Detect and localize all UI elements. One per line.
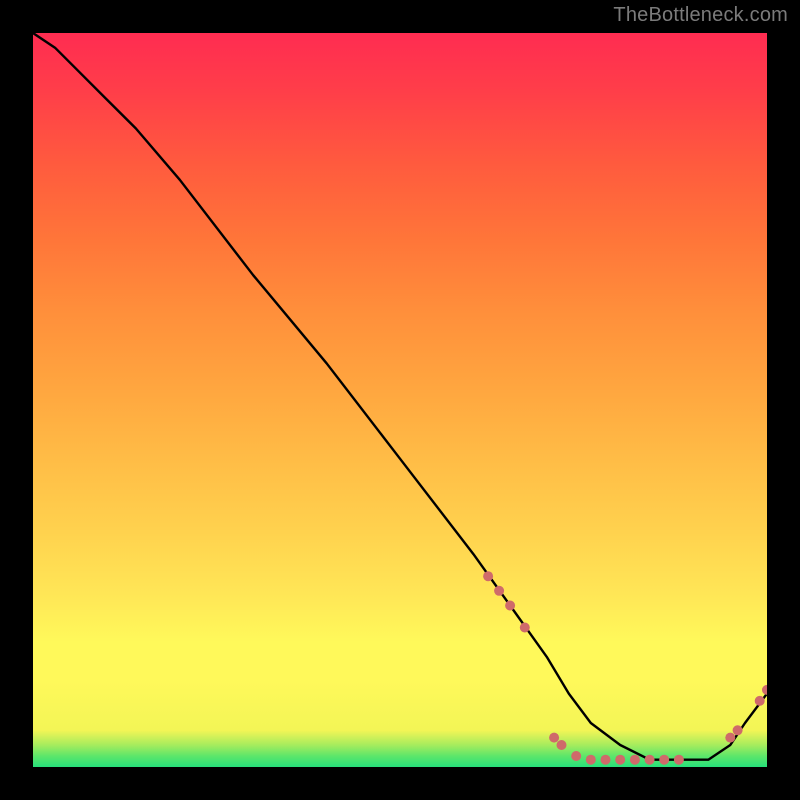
markers-group [483, 571, 767, 765]
data-marker [571, 751, 581, 761]
data-marker [483, 571, 493, 581]
data-marker [762, 685, 767, 695]
data-marker [630, 755, 640, 765]
data-marker [725, 733, 735, 743]
chart-overlay [33, 33, 767, 767]
data-marker [674, 755, 684, 765]
data-marker [645, 755, 655, 765]
data-marker [586, 755, 596, 765]
data-marker [520, 623, 530, 633]
data-marker [659, 755, 669, 765]
data-marker [549, 733, 559, 743]
data-marker [615, 755, 625, 765]
data-marker [601, 755, 611, 765]
watermark-text: TheBottleneck.com [613, 4, 788, 27]
chart-frame: TheBottleneck.com [0, 0, 800, 800]
data-marker [755, 696, 765, 706]
data-marker [557, 740, 567, 750]
curve-path [33, 33, 767, 760]
data-marker [494, 586, 504, 596]
data-marker [733, 725, 743, 735]
data-marker [505, 601, 515, 611]
